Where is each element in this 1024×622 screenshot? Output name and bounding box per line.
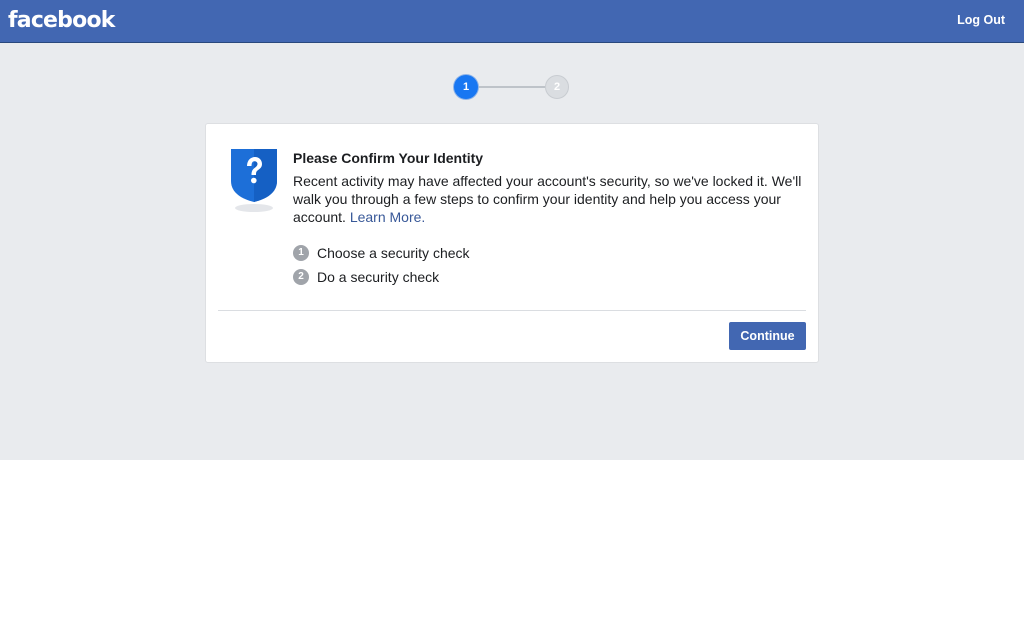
- learn-more-link[interactable]: Learn More.: [350, 209, 425, 225]
- main-content: 1 2 Please Confirm Your Identity Recent …: [0, 43, 1024, 460]
- confirm-identity-card: Please Confirm Your Identity Recent acti…: [205, 123, 819, 363]
- step-number-badge: 1: [293, 245, 309, 261]
- step-label: Choose a security check: [317, 245, 470, 261]
- stepper-connector: [478, 86, 545, 88]
- top-bar: facebook Log Out: [0, 0, 1024, 43]
- step-label: Do a security check: [317, 269, 440, 285]
- card-divider: [218, 310, 806, 311]
- shield-question-icon: [231, 149, 277, 212]
- step-indicator-1: 1: [454, 75, 478, 99]
- continue-button[interactable]: Continue: [729, 322, 806, 350]
- facebook-logo[interactable]: facebook: [8, 6, 115, 36]
- step-number-badge: 2: [293, 269, 309, 285]
- list-item: 1 Choose a security check: [293, 241, 470, 265]
- card-title: Please Confirm Your Identity: [293, 150, 484, 166]
- list-item: 2 Do a security check: [293, 265, 470, 289]
- progress-stepper: 1 2: [454, 75, 570, 101]
- security-steps-list: 1 Choose a security check 2 Do a securit…: [293, 241, 470, 289]
- card-description: Recent activity may have affected your a…: [293, 172, 803, 226]
- step-indicator-2: 2: [545, 75, 569, 99]
- logout-link[interactable]: Log Out: [957, 13, 1005, 27]
